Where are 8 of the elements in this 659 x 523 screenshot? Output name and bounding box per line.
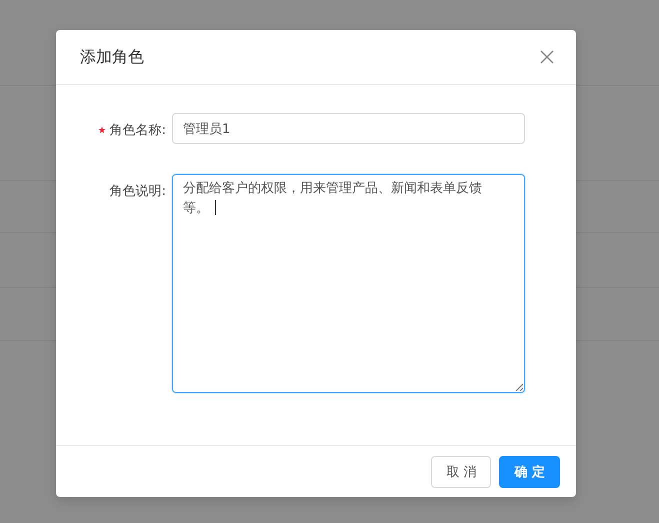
- close-icon[interactable]: [540, 50, 554, 64]
- resize-handle-icon[interactable]: [515, 383, 523, 391]
- dialog-title: 添加角色: [80, 46, 144, 68]
- cancel-button[interactable]: 取 消: [431, 456, 492, 488]
- field-label: 角色名称:: [110, 122, 166, 139]
- field-label: 角色说明:: [110, 183, 166, 200]
- name-field[interactable]: 管理员1: [172, 113, 525, 144]
- description-field[interactable]: 分配给客户的权限，用来管理产品、新闻和表单反馈等。: [172, 174, 525, 393]
